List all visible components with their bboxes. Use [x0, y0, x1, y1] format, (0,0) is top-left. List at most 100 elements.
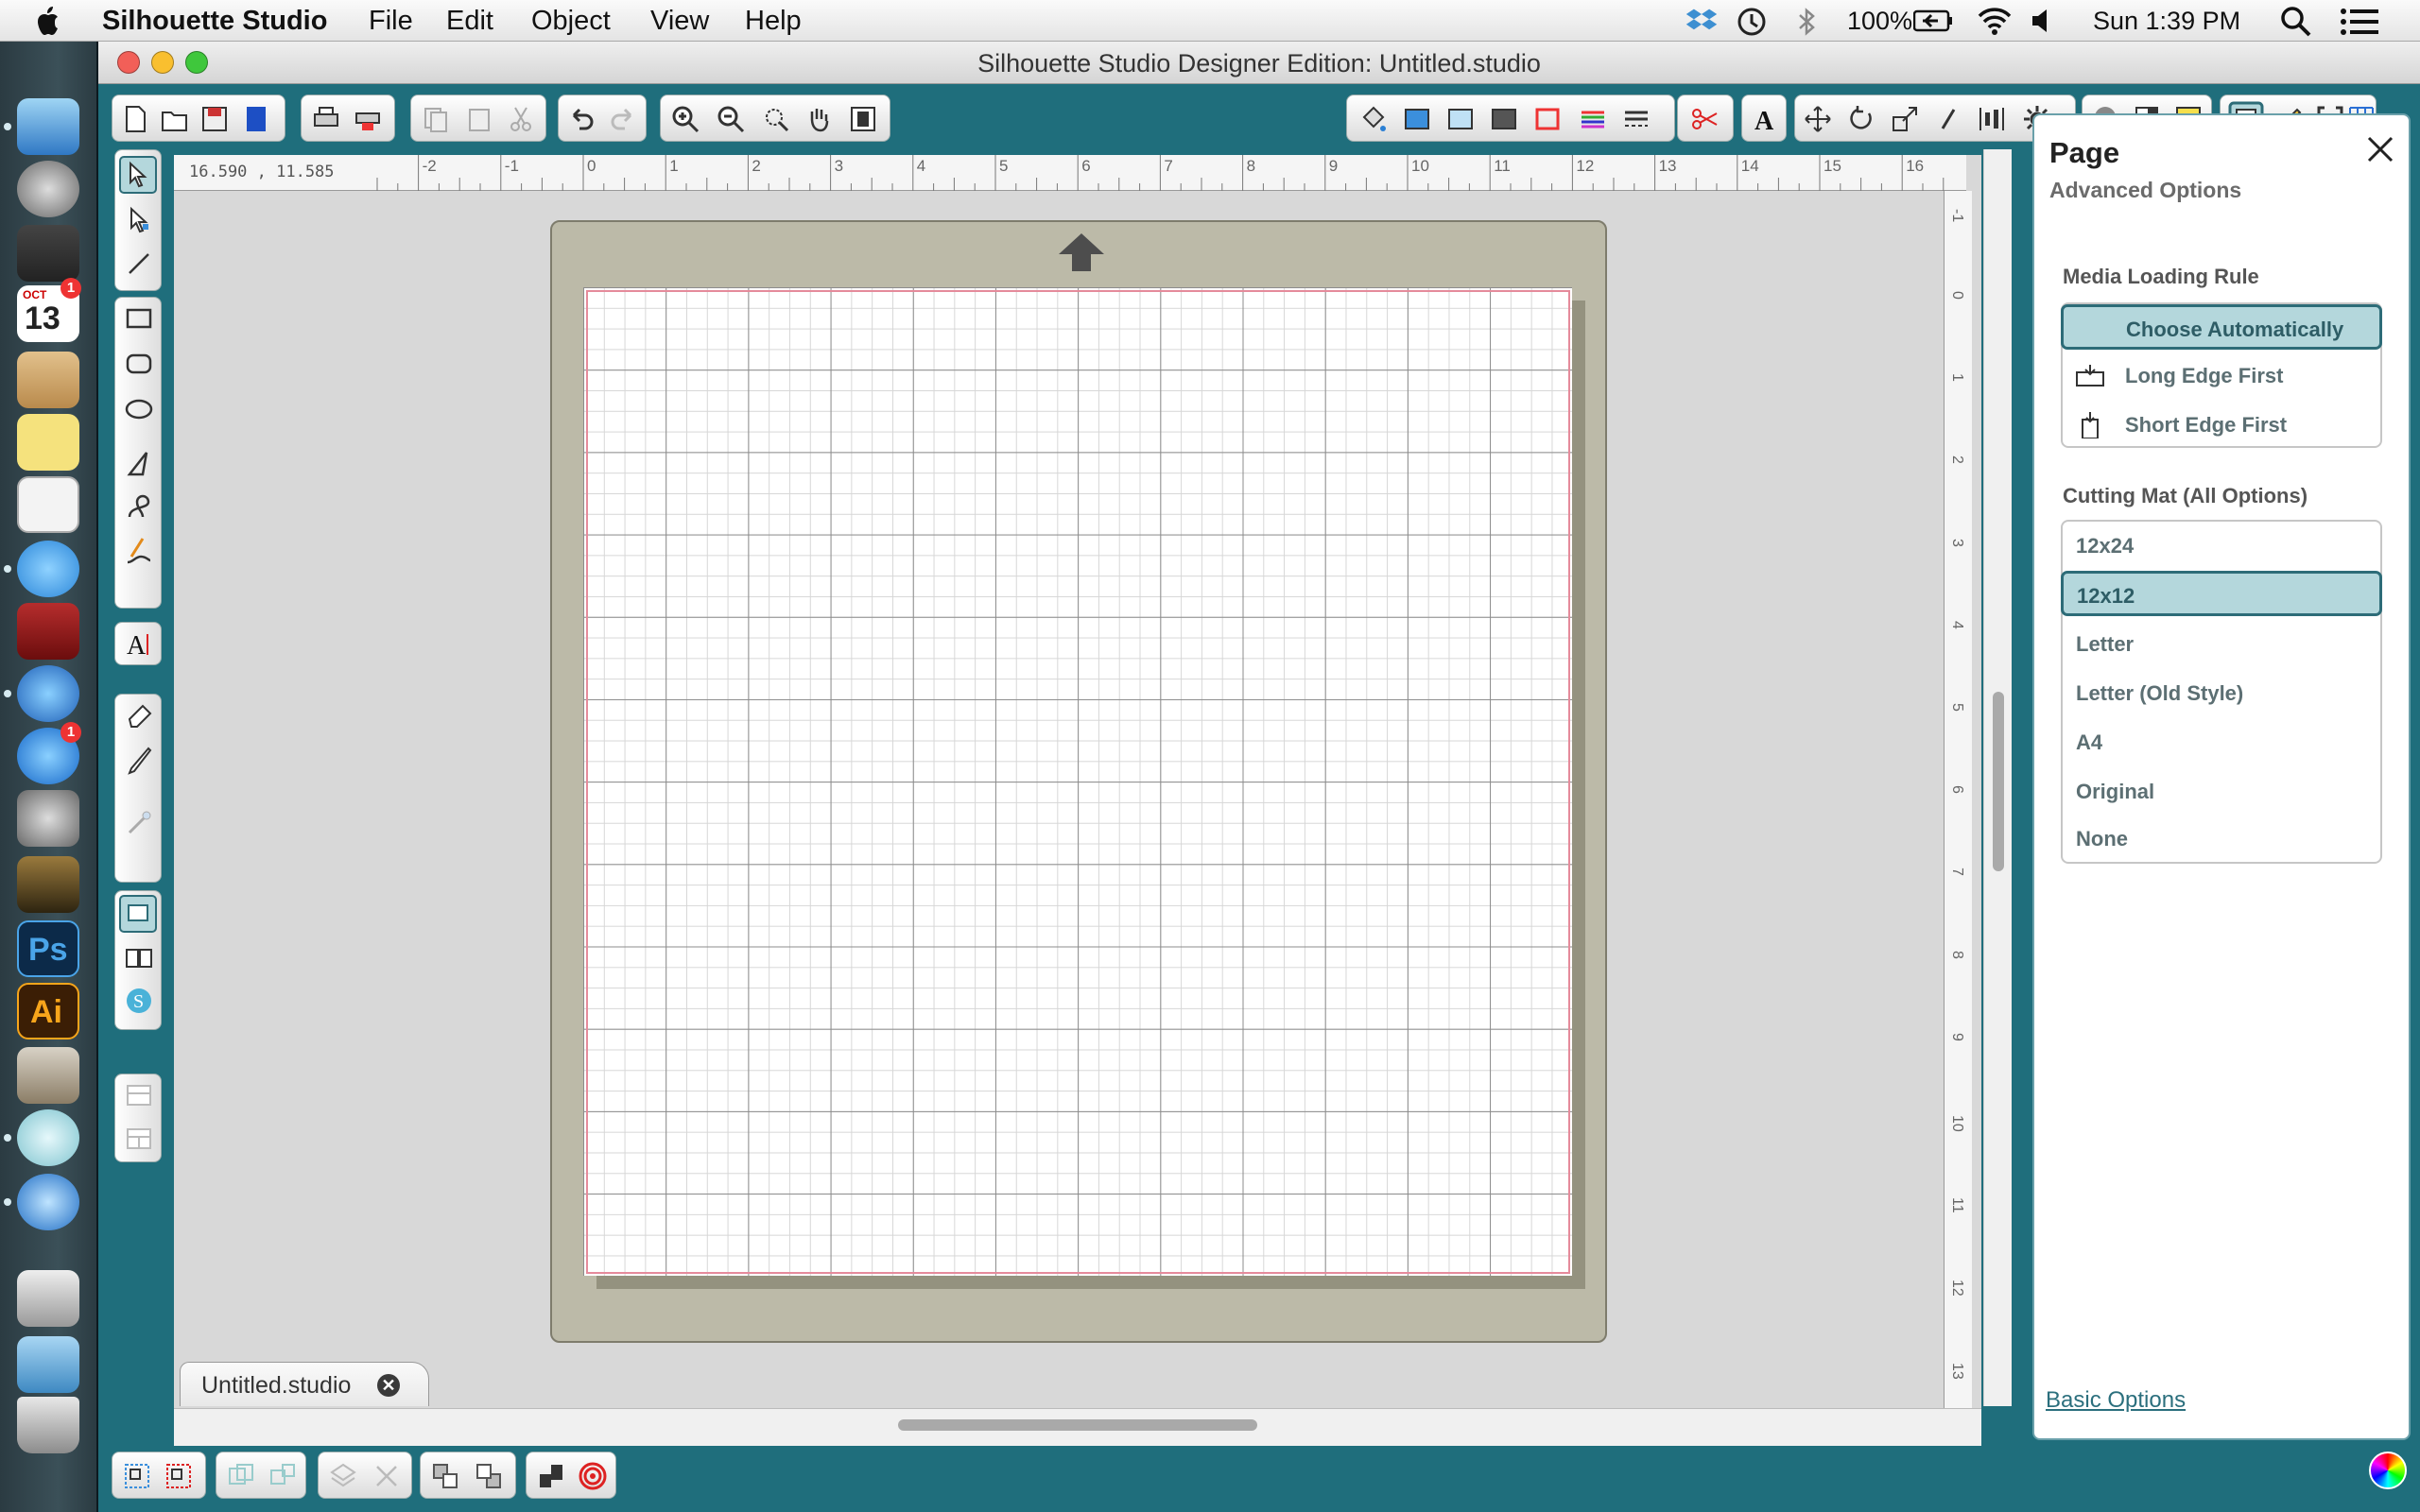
app-store-icon[interactable]: 1: [17, 722, 81, 784]
option-long-edge-first[interactable]: Long Edge First: [2063, 353, 2380, 399]
horizontal-scroll-thumb[interactable]: [898, 1419, 1257, 1431]
close-tab-icon[interactable]: ✕: [377, 1374, 400, 1397]
curve-tool-icon[interactable]: [124, 492, 154, 523]
menu-view[interactable]: View: [650, 6, 709, 37]
split-view-h-icon[interactable]: [124, 1080, 154, 1110]
open-icon[interactable]: [160, 104, 190, 134]
mission-control-icon[interactable]: [17, 225, 79, 282]
magic-wand-icon[interactable]: [124, 808, 154, 838]
polygon-tool-icon[interactable]: [124, 449, 154, 479]
fill-gradient-icon[interactable]: [1489, 104, 1519, 134]
close-icon[interactable]: [2361, 130, 2399, 168]
polyline-select-icon[interactable]: [124, 249, 154, 279]
rounded-rect-tool-icon[interactable]: [124, 349, 154, 379]
weld-icon[interactable]: [536, 1461, 566, 1491]
spotlight-search-icon[interactable]: [2280, 6, 2312, 38]
trash-icon[interactable]: [17, 1397, 79, 1453]
apple-menu-icon[interactable]: [34, 5, 64, 37]
fit-page-icon[interactable]: [848, 104, 878, 134]
photoshop-icon[interactable]: Ps: [17, 920, 79, 977]
option-12x12[interactable]: 12x12: [2061, 571, 2382, 616]
clock[interactable]: Sun 1:39 PM: [2093, 7, 2240, 36]
image-capture-icon[interactable]: [17, 856, 79, 913]
offset-icon[interactable]: [1532, 104, 1563, 134]
release-compound-icon[interactable]: [268, 1461, 298, 1491]
save-sd-icon[interactable]: [241, 104, 271, 134]
zoom-out-icon[interactable]: [716, 104, 746, 134]
design-view-icon[interactable]: [119, 895, 157, 933]
library-view-icon[interactable]: [124, 942, 154, 972]
menu-file[interactable]: File: [369, 6, 413, 37]
offset-shape-icon[interactable]: [578, 1461, 608, 1491]
print-icon[interactable]: [311, 104, 341, 134]
calendar-icon[interactable]: OCT 13 1: [17, 278, 81, 342]
app-menu[interactable]: Silhouette Studio: [102, 6, 327, 37]
option-original[interactable]: Original: [2063, 769, 2380, 815]
finder-icon[interactable]: [17, 98, 79, 155]
rectangle-tool-icon[interactable]: [124, 303, 154, 334]
point-edit-icon[interactable]: [124, 205, 154, 235]
cut-style-icon[interactable]: [1689, 104, 1720, 134]
option-short-edge-first[interactable]: Short Edge First: [2063, 403, 2380, 448]
ungroup-icon[interactable]: [164, 1461, 194, 1491]
silhouette-studio-icon[interactable]: [17, 1109, 79, 1166]
notification-center-icon[interactable]: [2341, 8, 2378, 36]
redo-icon[interactable]: [608, 104, 638, 134]
safari-icon[interactable]: [17, 1174, 79, 1230]
shear-icon[interactable]: [1933, 104, 1963, 134]
knife-tool-icon[interactable]: [124, 746, 154, 776]
undo-icon[interactable]: [566, 104, 596, 134]
fill-icon[interactable]: [1358, 104, 1389, 134]
option-choose-automatically[interactable]: Choose Automatically: [2061, 304, 2382, 350]
vertical-scroll-thumb[interactable]: [1993, 692, 2004, 871]
save-icon[interactable]: [199, 104, 230, 134]
line-color-icon[interactable]: [1578, 104, 1608, 134]
battery-icon[interactable]: [1913, 9, 1953, 32]
launchpad-icon[interactable]: [17, 161, 79, 217]
itunes-icon[interactable]: [17, 665, 79, 722]
rotate-icon[interactable]: [1846, 104, 1876, 134]
line-style-icon[interactable]: [1621, 104, 1651, 134]
delete-icon[interactable]: [372, 1461, 402, 1491]
fill-color-icon[interactable]: [1402, 104, 1432, 134]
time-machine-icon[interactable]: [1736, 6, 1768, 38]
volume-icon[interactable]: [2031, 8, 2059, 34]
color-picker-icon[interactable]: [2369, 1452, 2407, 1489]
paste-icon[interactable]: [464, 104, 494, 134]
top-ruler[interactable]: -2 -1 0 1 2 3 4 5 6 7 8 9 10 11 12 13 14 15 16: [174, 155, 1966, 191]
select-tool-icon[interactable]: [119, 156, 157, 194]
reminders-icon[interactable]: [17, 476, 79, 533]
new-doc-icon[interactable]: [120, 104, 150, 134]
store-icon[interactable]: S: [124, 986, 154, 1016]
illustrator-icon[interactable]: Ai: [17, 983, 79, 1040]
menu-edit[interactable]: Edit: [446, 6, 493, 37]
zoom-select-icon[interactable]: [761, 104, 791, 134]
zoom-in-icon[interactable]: [670, 104, 700, 134]
system-preferences-icon[interactable]: [17, 790, 79, 847]
cut-icon[interactable]: [506, 104, 536, 134]
documents-folder-icon[interactable]: [17, 1336, 79, 1393]
split-view-v-icon[interactable]: [124, 1124, 154, 1154]
freehand-tool-icon[interactable]: [124, 536, 154, 566]
transform-icon[interactable]: [1803, 104, 1833, 134]
ellipse-tool-icon[interactable]: [124, 394, 154, 424]
pan-icon[interactable]: [804, 104, 835, 134]
dropbox-icon[interactable]: [1685, 6, 1719, 36]
basic-options-link[interactable]: Basic Options: [2046, 1387, 2186, 1414]
compound-icon[interactable]: [226, 1461, 256, 1491]
send-back-icon[interactable]: [474, 1461, 504, 1491]
wifi-icon[interactable]: [1976, 6, 2014, 36]
bring-front-icon[interactable]: [430, 1461, 460, 1491]
modify-icon[interactable]: [328, 1461, 358, 1491]
copy-icon[interactable]: [421, 104, 451, 134]
cut-print-icon[interactable]: [353, 104, 383, 134]
text-style-icon[interactable]: A: [1749, 104, 1779, 134]
option-letter[interactable]: Letter: [2063, 622, 2380, 667]
align-icon[interactable]: [1977, 104, 2007, 134]
photo-booth-icon[interactable]: [17, 603, 79, 660]
preview-icon[interactable]: [17, 1047, 79, 1104]
group-icon[interactable]: [122, 1461, 152, 1491]
text-tool-icon[interactable]: A: [124, 628, 154, 659]
scale-icon[interactable]: [1890, 104, 1920, 134]
menu-help[interactable]: Help: [745, 6, 802, 37]
